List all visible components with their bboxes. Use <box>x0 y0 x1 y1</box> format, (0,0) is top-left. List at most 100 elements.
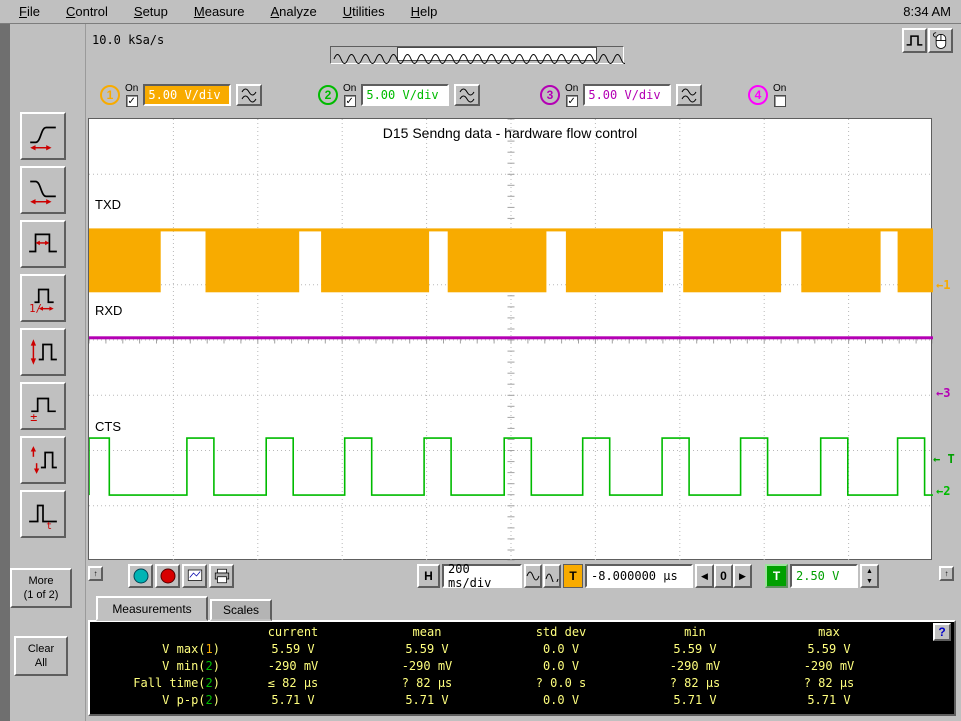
acquisition-mode-button[interactable] <box>902 28 927 53</box>
v-p-p-tool-button[interactable] <box>20 328 66 376</box>
channel-1-ground-marker[interactable]: ←1 <box>936 278 950 292</box>
channel-3-button[interactable]: 3 <box>540 85 560 105</box>
horizontal-zoom-button[interactable] <box>524 564 542 588</box>
measurement-value: 5.59 V <box>405 642 449 656</box>
coupling-icon <box>681 88 697 103</box>
trigger-level-marker[interactable]: ← T <box>933 452 955 466</box>
channel-3-ground-marker[interactable]: ←3 <box>936 386 950 400</box>
pulse-icon <box>906 35 923 46</box>
horizontal-pan-button[interactable] <box>543 564 561 588</box>
clear-all-button[interactable]: Clear All <box>14 636 68 676</box>
menu-setup[interactable]: Setup <box>121 2 181 22</box>
sample-rate-readout: 10.0 kSa/s <box>92 33 165 47</box>
tab-scales[interactable]: Scales <box>210 599 272 621</box>
hpos-waveform-icon <box>333 54 625 64</box>
channel-2-coupling-button[interactable] <box>454 84 481 106</box>
channel-2-scale-field[interactable]: 5.00 V/div <box>361 84 450 106</box>
channel-1-coupling-button[interactable] <box>236 84 263 106</box>
column-header: current <box>267 625 319 639</box>
channel-3-scale-field[interactable]: 5.00 V/div <box>583 84 672 106</box>
measurement-value: -290 mV <box>401 659 453 673</box>
position-step-left-button[interactable]: ◀ <box>695 564 714 588</box>
rise-time-tool-button[interactable] <box>20 112 66 160</box>
position-step-right-button[interactable]: ▶ <box>733 564 752 588</box>
frequency-tool-button[interactable]: 1/ <box>20 274 66 322</box>
measurement-value: 0.0 V <box>542 659 580 673</box>
svg-text:±: ± <box>30 410 37 422</box>
spin-down-icon[interactable]: ▼ <box>862 576 877 586</box>
v-avg-tool-button[interactable]: ± <box>20 382 66 430</box>
channel-4-button[interactable]: 4 <box>748 85 768 105</box>
trigger-level-spinner[interactable]: ▲ ▼ <box>860 564 879 588</box>
channel-3-on-label: On <box>565 82 579 94</box>
horizontal-menu-button[interactable]: H <box>417 564 440 588</box>
menu-analyze[interactable]: Analyze <box>257 2 329 22</box>
menu-help[interactable]: Help <box>398 2 451 22</box>
channel-1-on-checkbox[interactable]: ✓ <box>125 94 138 107</box>
measurement-value: 0.0 V <box>542 693 580 707</box>
up-arrow-icon: ↑ <box>93 569 98 578</box>
channel-4-on-label: On <box>773 82 787 94</box>
channel-3-controls: 3 On ✓ 5.00 V/div <box>540 82 703 108</box>
tab-measurements[interactable]: Measurements <box>96 596 208 621</box>
cts-trace-label: CTS <box>95 419 121 434</box>
measurement-row-label: Fall time(2) <box>133 676 220 690</box>
help-button[interactable]: ? <box>933 623 951 641</box>
measurement-value: -290 mV <box>669 659 721 673</box>
channel-3-coupling-button[interactable] <box>676 84 703 106</box>
channel-2-controls: 2 On ✓ 5.00 V/div <box>318 82 481 108</box>
trigger-position-marker[interactable]: T <box>563 564 583 588</box>
horizontal-position-field[interactable]: -8.000000 µs <box>585 564 693 588</box>
left-toolbar: 1/ ± t More (1 of 2) Clear All <box>0 24 86 721</box>
menu-utilities[interactable]: Utilities <box>330 2 398 22</box>
glitch-tool-button[interactable]: t <box>20 490 66 538</box>
column-header: std dev <box>535 625 587 639</box>
channel-2-on-checkbox[interactable]: ✓ <box>343 94 356 107</box>
rxd-trace-label: RXD <box>95 303 123 318</box>
channel-1-button[interactable]: 1 <box>100 85 120 105</box>
sine-icon <box>526 571 540 581</box>
print-button[interactable] <box>209 564 234 588</box>
horizontal-position-scrollbar[interactable] <box>330 46 625 64</box>
v-min-max-tool-button[interactable] <box>20 436 66 484</box>
menu-measure[interactable]: Measure <box>181 2 258 22</box>
clear-display-button[interactable] <box>182 564 207 588</box>
v-avg-icon: ± <box>30 397 56 422</box>
trigger-menu-button[interactable]: T <box>765 564 788 588</box>
printer-icon <box>214 568 229 584</box>
more-button[interactable]: More (1 of 2) <box>10 568 72 608</box>
mouse-settings-button[interactable] <box>928 28 953 53</box>
spin-up-icon[interactable]: ▲ <box>862 566 877 576</box>
v-min-max-icon <box>30 446 57 474</box>
display-icon <box>187 569 202 581</box>
right-edge-marker-button[interactable]: ↑ <box>939 566 954 581</box>
measurement-row-label: V p-p(2) <box>162 693 220 707</box>
channel-1-scale-field[interactable]: 5.00 V/div <box>143 84 232 106</box>
more-label-line2: (1 of 2) <box>23 589 59 601</box>
left-edge-marker-button[interactable]: ↑ <box>88 566 103 581</box>
fall-time-tool-button[interactable] <box>20 166 66 214</box>
stop-button[interactable] <box>155 564 180 588</box>
measurement-value: -290 mV <box>803 659 855 673</box>
measurement-value: 5.59 V <box>807 642 851 656</box>
timebase-scale-field[interactable]: 200 ms/div <box>442 562 522 590</box>
channel-2-button[interactable]: 2 <box>318 85 338 105</box>
trigger-level-field[interactable]: 2.50 V <box>790 564 858 588</box>
display-annotation: D15 Sendng data - hardware flow control <box>382 125 638 141</box>
position-zero-button[interactable]: 0 <box>714 564 733 588</box>
waveform-display: D15 Sendng data - hardware flow control … <box>88 118 933 561</box>
menu-file[interactable]: File <box>6 2 53 22</box>
measurement-value: ? 82 µs <box>401 676 453 690</box>
column-header: mean <box>412 625 442 639</box>
menu-control[interactable]: Control <box>53 2 121 22</box>
run-button[interactable] <box>128 564 153 588</box>
column-header: max <box>818 625 840 639</box>
channel-2-ground-marker[interactable]: ←2 <box>936 484 950 498</box>
measurement-value: 0.0 V <box>542 642 580 656</box>
menu-bar: File Control Setup Measure Analyze Utili… <box>0 0 961 24</box>
pulse-width-tool-button[interactable] <box>20 220 66 268</box>
svg-text:1/: 1/ <box>29 302 42 314</box>
channel-3-on-checkbox[interactable]: ✓ <box>565 94 578 107</box>
channel-4-on-checkbox[interactable] <box>773 94 786 107</box>
column-header: min <box>684 625 706 639</box>
